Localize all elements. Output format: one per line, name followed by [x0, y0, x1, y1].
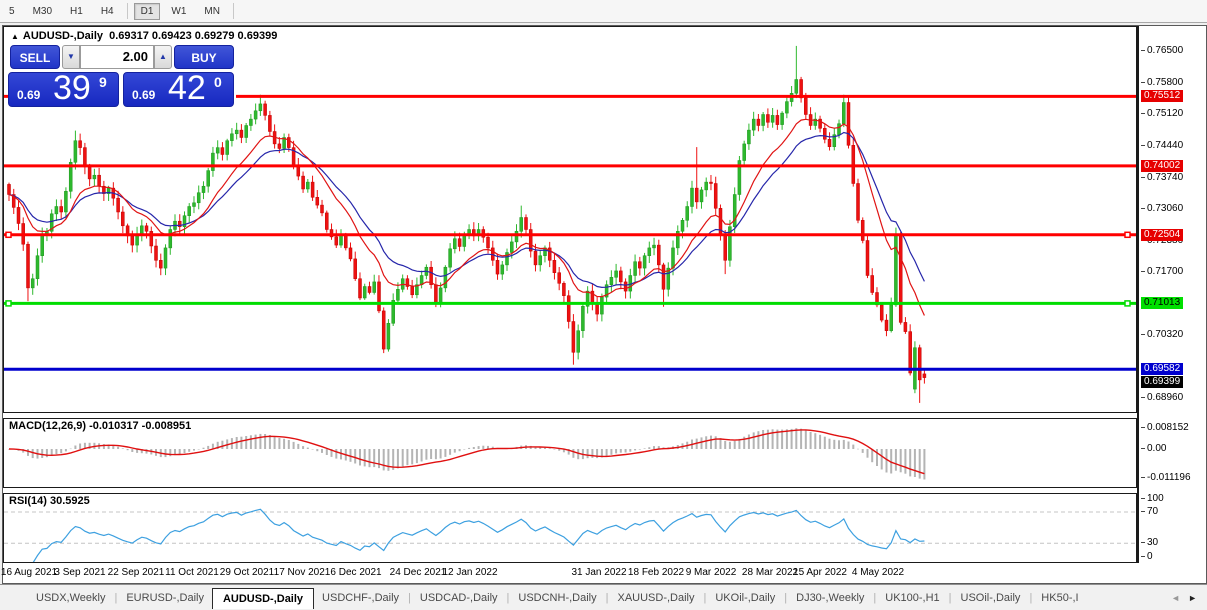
price-scale-label: 0.73060 — [1147, 203, 1183, 214]
symbol-tab-bar: USDX,Weekly|EURUSD-,DailyAUDUSD-,DailyUS… — [0, 584, 1207, 610]
tab-separator: | — [1029, 592, 1032, 604]
trading-platform: 5M30H1H4 D1W1MN ▲ AUDUSD-,Daily 0.69317 0.… — [0, 0, 1207, 610]
price-scale-label: 0.71700 — [1147, 266, 1183, 277]
symbol-tab-usoil-[interactable]: USOil-,Daily — [953, 589, 1029, 607]
timeframe-button-w1[interactable]: W1 — [164, 3, 193, 20]
date-axis-label: 6 Dec 2021 — [330, 567, 381, 578]
toolbar-separator — [233, 3, 234, 19]
price-scale-label: 0.73740 — [1147, 172, 1183, 183]
timeframe-button-mn[interactable]: MN — [197, 3, 227, 20]
timeframe-button-m30[interactable]: M30 — [26, 3, 59, 20]
date-axis-label: 3 Sep 2021 — [54, 567, 105, 578]
rsi-scale-label: 0 — [1147, 551, 1153, 562]
price-level-badge: 0.75512 — [1141, 90, 1183, 102]
sell-price-point: 9 — [99, 74, 107, 90]
date-axis[interactable]: 16 Aug 20213 Sep 202122 Sep 202111 Oct 2… — [3, 563, 1206, 583]
collapse-arrow-icon[interactable]: ▲ — [11, 32, 19, 41]
buy-price-point: 0 — [214, 74, 222, 90]
date-axis-label: 31 Jan 2022 — [571, 567, 626, 578]
tab-separator: | — [507, 592, 510, 604]
tab-scroll-left-icon[interactable]: ◄ — [1167, 591, 1184, 605]
date-axis-label: 11 Oct 2021 — [165, 567, 219, 578]
price-scale-label: 0.74440 — [1147, 140, 1183, 151]
symbol-tab-hk50-[interactable]: HK50-,I — [1033, 589, 1086, 607]
symbol-tab-uk100-[interactable]: UK100-,H1 — [877, 589, 947, 607]
buy-price-pips: 42 — [168, 69, 206, 108]
timeframe-button-h4[interactable]: H4 — [94, 3, 121, 20]
price-scale-label: 0.75800 — [1147, 77, 1183, 88]
tab-separator: | — [606, 592, 609, 604]
price-scale[interactable]: 0.76500 0.75800 0.75120 0.74440 0.73740 0.730… — [1139, 26, 1205, 563]
buy-price-base: 0.69 — [132, 88, 155, 102]
volume-control: ▼ 2.00 ▲ — [62, 45, 172, 69]
chart-title-text: AUDUSD-,Daily 0.69317 0.69423 0.69279 0.… — [23, 30, 277, 42]
date-axis-label: 29 Oct 2021 — [220, 567, 274, 578]
sell-price-pips: 39 — [53, 69, 91, 108]
price-level-badge: 0.72504 — [1141, 229, 1183, 241]
symbol-tab-xauusd-[interactable]: XAUUSD-,Daily — [609, 589, 702, 607]
tab-separator: | — [114, 592, 117, 604]
macd-indicator-label: MACD(12,26,9) -0.010317 -0.008951 — [9, 420, 191, 432]
date-axis-label: 16 Aug 2021 — [1, 567, 57, 578]
tab-separator: | — [784, 592, 787, 604]
date-axis-label: 17 Nov 2021 — [274, 567, 331, 578]
date-axis-label: 18 Feb 2022 — [628, 567, 684, 578]
rsi-scale-label: 100 — [1147, 493, 1164, 504]
buy-button[interactable]: BUY — [174, 45, 234, 69]
macd-scale-label: 0.00 — [1147, 443, 1166, 454]
symbol-tab-eurusd-[interactable]: EURUSD-,Daily — [118, 589, 212, 607]
tab-scroll-right-icon[interactable]: ► — [1184, 591, 1201, 605]
volume-decrease-icon[interactable]: ▼ — [62, 45, 80, 69]
symbol-tab-ukoil-[interactable]: UKOil-,Daily — [707, 589, 783, 607]
macd-scale-label: 0.008152 — [1147, 422, 1189, 433]
symbol-tab-dj30-[interactable]: DJ30-,Weekly — [788, 589, 872, 607]
sell-price-base: 0.69 — [17, 88, 40, 102]
tab-separator: | — [873, 592, 876, 604]
price-scale-label: 0.75120 — [1147, 108, 1183, 119]
chart-window: ▲ AUDUSD-,Daily 0.69317 0.69423 0.69279 0… — [2, 25, 1207, 584]
toolbar-separator — [127, 3, 128, 19]
tab-separator: | — [408, 592, 411, 604]
macd-scale-label: -0.011196 — [1147, 472, 1191, 483]
sell-price-display[interactable]: 0.69 39 9 — [8, 72, 119, 107]
tab-separator: | — [949, 592, 952, 604]
rsi-indicator-label: RSI(14) 30.5925 — [9, 495, 90, 507]
timeframe-toolbar: 5M30H1H4 D1W1MN — [0, 0, 1207, 23]
symbol-tab-usdcnh-[interactable]: USDCNH-,Daily — [510, 589, 604, 607]
timeframe-button-h1[interactable]: H1 — [63, 3, 90, 20]
price-scale-label: 0.70320 — [1147, 329, 1183, 340]
symbol-tab-usdcad-[interactable]: USDCAD-,Daily — [412, 589, 506, 607]
date-axis-label: 22 Sep 2021 — [108, 567, 165, 578]
date-axis-label: 4 May 2022 — [852, 567, 904, 578]
volume-input[interactable]: 2.00 — [80, 45, 154, 69]
price-scale-label: 0.76500 — [1147, 45, 1183, 56]
volume-increase-icon[interactable]: ▲ — [154, 45, 172, 69]
chart-title: ▲ AUDUSD-,Daily 0.69317 0.69423 0.69279 0… — [11, 30, 277, 42]
timeframe-button-d1[interactable]: D1 — [134, 3, 161, 20]
date-axis-label: 24 Dec 2021 — [390, 567, 447, 578]
price-level-badge: 0.71013 — [1141, 297, 1183, 309]
rsi-scale-label: 70 — [1147, 506, 1158, 517]
price-level-badge: 0.69399 — [1141, 376, 1183, 388]
symbol-tab-usdchf-[interactable]: USDCHF-,Daily — [314, 589, 407, 607]
tab-separator: | — [704, 592, 707, 604]
rsi-scale-label: 30 — [1147, 537, 1158, 548]
price-level-badge: 0.69582 — [1141, 363, 1183, 375]
sell-button[interactable]: SELL — [10, 45, 60, 69]
date-axis-label: 28 Mar 2022 — [742, 567, 798, 578]
buy-price-display[interactable]: 0.69 42 0 — [123, 72, 234, 107]
price-scale-label: 0.68960 — [1147, 392, 1183, 403]
timeframe-button-5[interactable]: 5 — [2, 3, 22, 20]
price-level-badge: 0.74002 — [1141, 160, 1183, 172]
date-axis-label: 15 Apr 2022 — [793, 567, 847, 578]
date-axis-label: 9 Mar 2022 — [686, 567, 737, 578]
one-click-trade-panel: SELL ▼ 2.00 ▲ BUY 0.69 39 9 0.69 42 0 — [8, 43, 236, 107]
symbol-tab-usdx[interactable]: USDX,Weekly — [28, 589, 113, 607]
date-axis-label: 12 Jan 2022 — [442, 567, 497, 578]
symbol-tab-audusd-[interactable]: AUDUSD-,Daily — [212, 588, 314, 609]
